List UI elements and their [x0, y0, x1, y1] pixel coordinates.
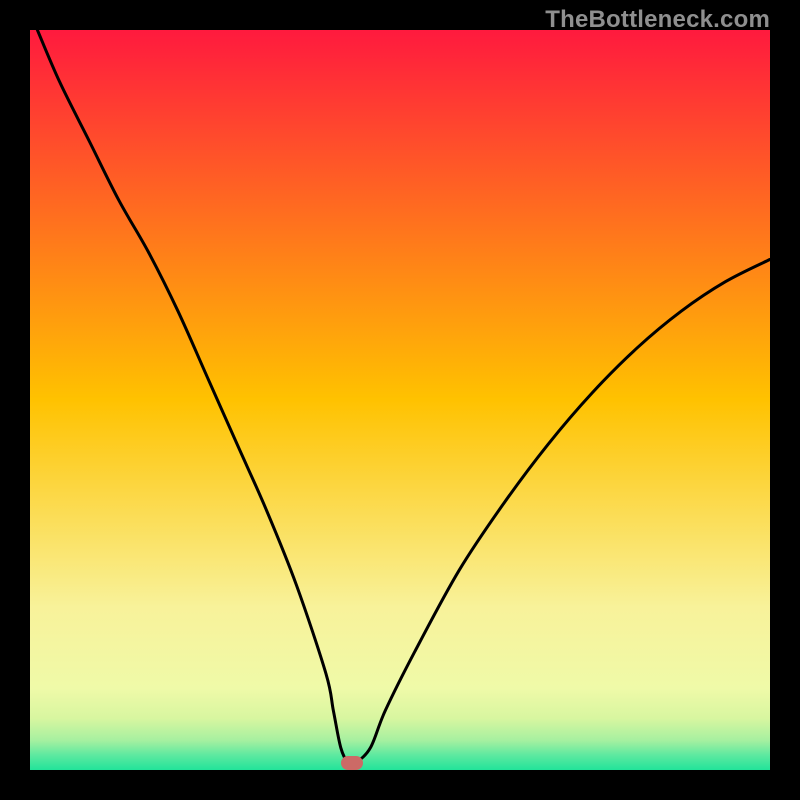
optimum-marker: [341, 756, 363, 770]
chart-frame: TheBottleneck.com: [0, 0, 800, 800]
plot-area: [30, 30, 770, 770]
plot-background-gradient: [30, 30, 770, 770]
